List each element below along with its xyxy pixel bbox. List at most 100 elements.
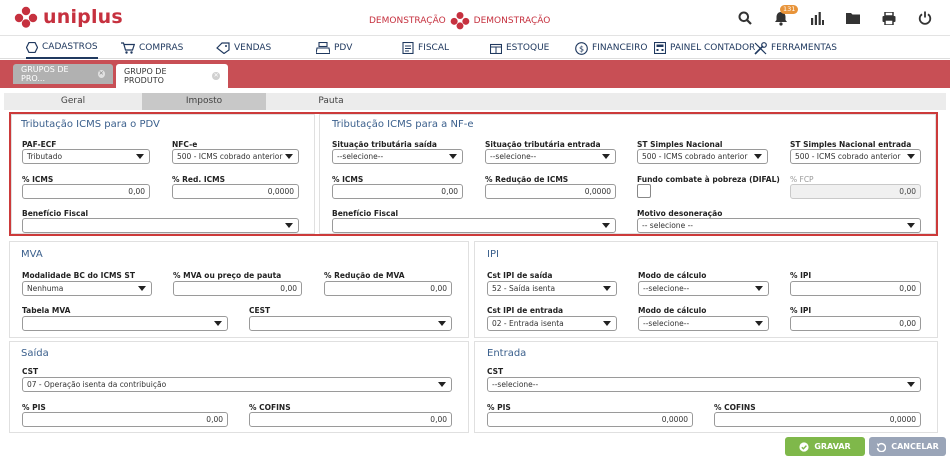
chevron-down-icon (907, 382, 915, 387)
chevron-down-icon (438, 382, 446, 387)
bell-icon[interactable]: 131 (768, 5, 799, 28)
close-icon[interactable]: ✕ (97, 70, 105, 78)
nfce-label: NFC-e (172, 140, 198, 149)
dollar-icon: $ (575, 41, 588, 55)
company-logo-icon (450, 12, 470, 30)
print-icon[interactable] (876, 8, 902, 28)
tab-grupo-de-produto[interactable]: GRUPO DE PRODUTO ✕ (116, 64, 228, 88)
section-title-saida: Saída (21, 348, 49, 359)
save-button[interactable]: GRAVAR (785, 437, 865, 456)
sit-saida-label: Situação tributária saída (332, 140, 437, 149)
modo-calculo-2-label: Modo de cálculo (638, 306, 707, 315)
subtab-geral[interactable]: Geral (4, 93, 142, 110)
chevron-down-icon (438, 321, 446, 326)
nfe-beneficio-select[interactable] (332, 218, 616, 233)
nfe-red-icms-label: % Redução de ICMS (485, 175, 569, 184)
hexagon-icon (26, 41, 38, 53)
tab-grupos-de-produto-list[interactable]: GRUPOS DE PRO... ✕ (13, 64, 113, 84)
pdv-red-icms-label: % Red. ICMS (172, 175, 225, 184)
logo[interactable]: uniplus (14, 6, 123, 28)
power-icon[interactable] (912, 8, 938, 28)
pdv-icms-input[interactable]: 0,00 (22, 184, 150, 199)
chevron-down-icon (449, 154, 457, 159)
st-simples-entrada-label: ST Simples Nacional entrada (790, 140, 912, 149)
motivo-desoneracao-select[interactable]: -- selecione -- (637, 218, 921, 233)
cest-select[interactable] (249, 316, 452, 331)
menu-estoque[interactable]: ESTOQUE (490, 37, 549, 59)
motivo-desoneracao-label: Motivo desoneração (637, 209, 723, 218)
entrada-cofins-input[interactable]: 0,0000 (714, 412, 921, 427)
red-mva-label: % Redução de MVA (324, 271, 405, 280)
close-icon[interactable]: ✕ (212, 72, 220, 80)
entrada-cst-label: CST (487, 367, 504, 376)
menu-vendas[interactable]: VENDAS (216, 37, 271, 59)
chevron-down-icon (285, 223, 293, 228)
cst-ipi-entrada-select[interactable]: 02 - Entrada isenta (487, 316, 617, 331)
chevron-down-icon (136, 154, 144, 159)
fundo-pobreza-checkbox[interactable] (637, 184, 651, 198)
search-icon[interactable] (732, 8, 758, 28)
cst-ipi-saida-label: Cst IPI de saída (487, 271, 553, 280)
ipi-1-input[interactable]: 0,00 (790, 281, 921, 296)
company-name-right: DEMONSTRAÇÃO (473, 15, 551, 26)
entrada-pis-input[interactable]: 0,0000 (487, 412, 693, 427)
nfe-red-icms-input[interactable]: 0,0000 (485, 184, 616, 199)
entrada-cst-select[interactable]: --selecione-- (487, 377, 921, 392)
register-icon (316, 42, 330, 54)
saida-pis-input[interactable]: 0,00 (22, 412, 228, 427)
chevron-down-icon (138, 286, 146, 291)
ipi-2-input[interactable]: 0,00 (790, 316, 921, 331)
form-subtabs: Geral Imposto Pauta (4, 93, 946, 110)
mva-input[interactable]: 0,00 (173, 281, 302, 296)
pdv-red-icms-input[interactable]: 0,0000 (172, 184, 299, 199)
chevron-down-icon (603, 286, 611, 291)
company-selector[interactable]: DEMONSTRAÇÃO DEMONSTRAÇÃO (369, 11, 550, 30)
st-simples-select[interactable]: 500 - ICMS cobrado anterior (637, 149, 768, 164)
paf-ecf-label: PAF-ECF (22, 140, 57, 149)
footer-actions: GRAVAR CANCELAR (0, 434, 950, 459)
tabela-mva-select[interactable] (22, 316, 228, 331)
calculator-icon (654, 42, 666, 54)
nfce-select[interactable]: 500 - ICMS cobrado anterior (172, 149, 299, 164)
menu-pdv[interactable]: PDV (316, 37, 352, 59)
saida-cst-select[interactable]: 07 - Operação isenta da contribuição (22, 377, 452, 392)
paf-ecf-select[interactable]: Tributado (22, 149, 150, 164)
modo-calculo-1-select[interactable]: --selecione-- (638, 281, 769, 296)
pdv-beneficio-select[interactable] (22, 218, 299, 233)
chart-icon[interactable] (804, 8, 830, 28)
section-title-icms-nfe: Tributação ICMS para a NF-e (332, 119, 474, 130)
subtab-pauta[interactable]: Pauta (266, 93, 396, 110)
sit-entrada-select[interactable]: --selecione-- (485, 149, 616, 164)
cancel-button[interactable]: CANCELAR (869, 437, 946, 456)
nfe-icms-input[interactable]: 0,00 (332, 184, 463, 199)
entrada-cofins-label: % COFINS (714, 403, 756, 412)
check-circle-icon (799, 441, 809, 452)
menu-painel-contador[interactable]: PAINEL CONTADOR (654, 37, 755, 59)
menu-compras[interactable]: COMPRAS (121, 37, 183, 59)
saida-cofins-input[interactable]: 0,00 (249, 412, 452, 427)
chevron-down-icon (755, 321, 763, 326)
subtab-imposto[interactable]: Imposto (142, 93, 266, 110)
tabela-mva-label: Tabela MVA (22, 306, 71, 315)
document-icon (402, 42, 414, 54)
fundo-pobreza-label: Fundo combate à pobreza (DIFAL) (637, 175, 780, 184)
sit-saida-select[interactable]: --selecione-- (332, 149, 463, 164)
menu-financeiro[interactable]: $ FINANCEIRO (575, 37, 647, 59)
folder-icon[interactable] (840, 8, 866, 28)
svg-text:$: $ (579, 44, 584, 53)
main-menu: CADASTROS COMPRAS VENDAS PDV FISCAL ESTO… (0, 37, 950, 59)
section-title-mva: MVA (21, 249, 43, 260)
menu-fiscal[interactable]: FISCAL (402, 37, 449, 59)
menu-ferramentas[interactable]: FERRAMENTAS (754, 37, 837, 59)
top-bar: uniplus DEMONSTRAÇÃO DEMONSTRAÇÃO 131 (0, 0, 950, 36)
modo-calculo-2-select[interactable]: --selecione-- (638, 316, 769, 331)
section-title-ipi: IPI (487, 249, 499, 260)
menu-cadastros[interactable]: CADASTROS (26, 37, 98, 59)
st-simples-label: ST Simples Nacional (637, 140, 723, 149)
modalidade-select[interactable]: Nenhuma (22, 281, 152, 296)
st-simples-entrada-select[interactable]: 500 - ICMS cobrado anterior (790, 149, 921, 164)
cst-ipi-saida-select[interactable]: 52 - Saída isenta (487, 281, 617, 296)
chevron-down-icon (907, 223, 915, 228)
red-mva-input[interactable]: 0,00 (324, 281, 452, 296)
saida-cst-label: CST (22, 367, 39, 376)
